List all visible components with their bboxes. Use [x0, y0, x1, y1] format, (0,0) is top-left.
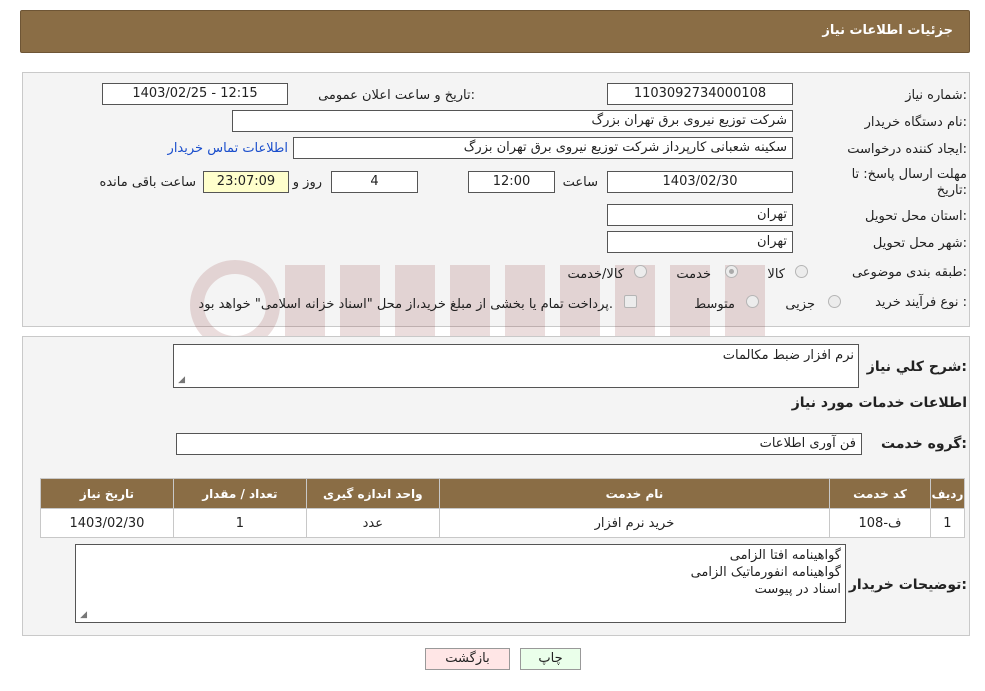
- remaining-time-field[interactable]: 23:07:09: [203, 171, 289, 193]
- province-field[interactable]: تهران: [607, 204, 793, 226]
- buyer-org-label: نام دستگاه خریدار:: [864, 115, 967, 130]
- row-number-cell: 1: [929, 508, 966, 538]
- page-title: جزئیات اطلاعات نیاز: [822, 23, 953, 38]
- need-number-label: شماره نیاز:: [905, 88, 967, 103]
- col-need-date: تاريخ نياز: [40, 478, 174, 509]
- category-option-service-label: خدمت: [676, 267, 711, 282]
- unit-cell: عدد: [305, 508, 440, 538]
- buyer-note-line: گواهینامه افتا الزامی: [729, 548, 841, 563]
- province-label: استان محل تحویل:: [865, 209, 967, 224]
- buyer-contact-link[interactable]: اطلاعات تماس خریدار: [168, 141, 288, 156]
- category-option-goods-label: کالا: [767, 267, 785, 282]
- remaining-days-field[interactable]: 4: [331, 171, 418, 193]
- need-number-field[interactable]: 1103092734000108: [607, 83, 793, 105]
- services-table: رديف کد خدمت نام خدمت واحد اندازه گيری ت…: [40, 478, 966, 538]
- quantity-cell: 1: [172, 508, 307, 538]
- category-option-both-label: کالا/خدمت: [567, 267, 624, 282]
- category-option-service-radio[interactable]: [725, 265, 738, 278]
- buyer-note-line: گواهینامه انفورماتیک الزامی: [690, 565, 841, 580]
- col-service-code: کد خدمت: [829, 478, 931, 509]
- process-option-medium-label: متوسط: [694, 297, 735, 312]
- deadline-label: مهلت ارسال پاسخ: تا: [851, 167, 967, 182]
- buyer-note-line: اسناد در پیوست: [754, 582, 841, 597]
- buyer-notes-label: توضيحات خريدار:: [848, 577, 967, 593]
- announce-datetime-label: تاریخ و ساعت اعلان عمومی:: [318, 88, 475, 103]
- deadline-time-label: ساعت: [562, 175, 598, 190]
- buyer-notes-field[interactable]: گواهینامه افتا الزامی گواهینامه انفورمات…: [75, 544, 846, 623]
- print-button[interactable]: چاپ: [520, 648, 581, 670]
- process-type-label: نوع فرآیند خرید :: [875, 295, 967, 310]
- city-label: شهر محل تحویل:: [872, 236, 967, 251]
- remaining-time-label: ساعت باقی مانده: [99, 175, 196, 190]
- col-quantity: تعداد / مقدار: [172, 478, 307, 509]
- deadline-label-date: تاریخ:: [936, 183, 967, 198]
- col-service-name: نام خدمت: [438, 478, 831, 509]
- need-date-cell: 1403/02/30: [40, 508, 174, 538]
- deadline-time-field[interactable]: 12:00: [468, 171, 555, 193]
- process-option-minor-radio[interactable]: [828, 295, 841, 308]
- process-option-minor-label: جزیی: [785, 297, 815, 312]
- service-group-field[interactable]: فن آوری اطلاعات: [176, 433, 862, 455]
- city-field[interactable]: تهران: [607, 231, 793, 253]
- treasury-payment-checkbox[interactable]: [624, 295, 637, 308]
- services-heading: اطلاعات خدمات مورد نياز: [791, 395, 967, 411]
- page-header: جزئیات اطلاعات نیاز: [20, 10, 970, 53]
- announce-datetime-field[interactable]: 1403/02/25 - 12:15: [102, 83, 288, 105]
- need-summary-field[interactable]: نرم افزار ضبط مکالمات ◢: [173, 344, 859, 388]
- treasury-payment-note: پرداخت تمام یا بخشی از مبلغ خرید،از محل …: [198, 297, 613, 312]
- remaining-days-label: روز و: [292, 175, 322, 190]
- need-summary-label: شرح کلي نياز:: [866, 359, 967, 375]
- creator-field[interactable]: سکینه شعبانی کارپرداز شرکت توزیع نیروی ب…: [293, 137, 793, 159]
- table-header-row: رديف کد خدمت نام خدمت واحد اندازه گيری ت…: [40, 478, 966, 509]
- table-row: 1 ف-108 خرید نرم افزار عدد 1 1403/02/30: [40, 508, 966, 538]
- category-option-goods-radio[interactable]: [795, 265, 808, 278]
- resize-grip-icon[interactable]: ◢: [78, 611, 87, 620]
- buyer-org-field[interactable]: شرکت توزیع نیروی برق تهران بزرگ: [232, 110, 793, 132]
- creator-label: ایجاد کننده درخواست:: [847, 142, 967, 157]
- category-option-both-radio[interactable]: [634, 265, 647, 278]
- deadline-date-field[interactable]: 1403/02/30: [607, 171, 793, 193]
- back-button[interactable]: بازگشت: [425, 648, 510, 670]
- service-name-cell: خرید نرم افزار: [438, 508, 831, 538]
- service-code-cell: ف-108: [829, 508, 931, 538]
- process-option-medium-radio[interactable]: [746, 295, 759, 308]
- col-row-number: رديف: [929, 478, 966, 509]
- service-group-label: گروه خدمت:: [881, 436, 967, 452]
- resize-grip-icon[interactable]: ◢: [176, 376, 185, 385]
- col-unit: واحد اندازه گيری: [305, 478, 440, 509]
- category-label: طبقه بندی موضوعی:: [851, 265, 967, 280]
- need-summary-text: نرم افزار ضبط مکالمات: [722, 348, 854, 363]
